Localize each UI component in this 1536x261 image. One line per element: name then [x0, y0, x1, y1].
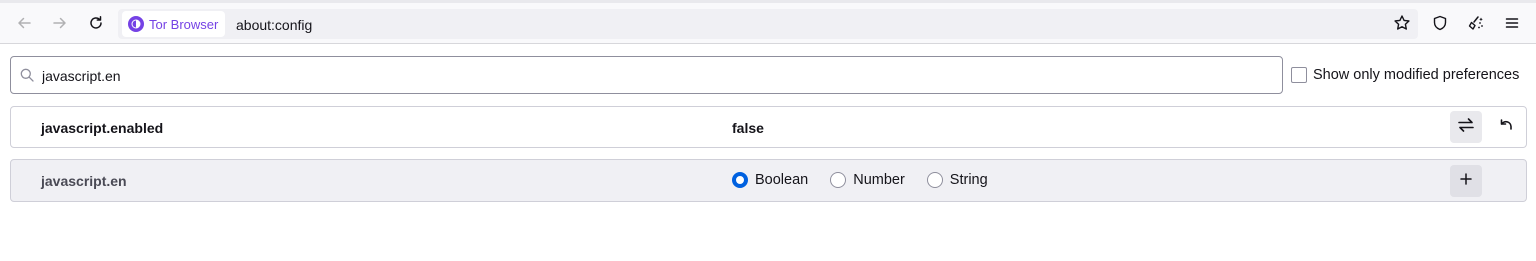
- type-option-boolean[interactable]: Boolean: [732, 172, 808, 188]
- shield-icon: [1432, 15, 1448, 36]
- type-option-string[interactable]: String: [926, 172, 988, 188]
- search-icon: [20, 68, 34, 87]
- show-modified-toggle[interactable]: Show only modified preferences: [1291, 66, 1519, 84]
- toggle-arrows-icon: [1457, 116, 1475, 139]
- pref-row-new: javascript.en Boolean Number String: [10, 159, 1527, 202]
- string-label: String: [949, 172, 988, 188]
- url-text[interactable]: about:config: [236, 17, 312, 33]
- forward-button[interactable]: [46, 9, 74, 37]
- new-pref-name: javascript.en: [41, 173, 127, 189]
- reload-button[interactable]: [82, 9, 110, 37]
- pref-row-existing: javascript.enabled false: [10, 106, 1527, 148]
- pref-type-radio-group: Boolean Number String: [732, 172, 1010, 188]
- browser-toolbar: Tor Browser about:config: [0, 0, 1536, 44]
- undo-icon: [1498, 117, 1514, 138]
- url-bar[interactable]: Tor Browser about:config: [118, 9, 1418, 39]
- number-label: Number: [853, 172, 905, 188]
- search-input[interactable]: [42, 66, 1272, 86]
- forward-arrow-icon: [52, 15, 68, 31]
- add-button[interactable]: [1450, 165, 1482, 197]
- back-button[interactable]: [10, 9, 38, 37]
- reset-button[interactable]: [1490, 111, 1522, 143]
- app-menu-button[interactable]: [1498, 11, 1526, 39]
- boolean-radio[interactable]: [732, 172, 748, 188]
- boolean-label: Boolean: [755, 172, 809, 188]
- bookmark-button[interactable]: [1388, 11, 1416, 39]
- broom-icon: [1467, 14, 1485, 37]
- identity-box[interactable]: Tor Browser: [122, 11, 226, 37]
- pref-value[interactable]: false: [732, 120, 764, 136]
- show-modified-checkbox[interactable]: [1291, 67, 1307, 83]
- string-radio[interactable]: [926, 172, 943, 188]
- plus-icon: [1459, 172, 1473, 191]
- back-arrow-icon: [16, 15, 32, 31]
- toggle-button[interactable]: [1450, 111, 1482, 143]
- type-option-number[interactable]: Number: [830, 172, 905, 188]
- number-radio[interactable]: [830, 172, 847, 188]
- pref-name: javascript.enabled: [41, 120, 164, 136]
- identity-label: Tor Browser: [149, 16, 219, 32]
- star-icon: [1393, 14, 1411, 37]
- hamburger-menu-icon: [1504, 15, 1520, 36]
- tor-onion-icon: [128, 16, 144, 32]
- new-identity-button[interactable]: [1462, 11, 1490, 39]
- show-modified-label: Show only modified preferences: [1313, 67, 1520, 83]
- reload-icon: [88, 15, 104, 31]
- security-level-button[interactable]: [1426, 11, 1454, 39]
- preference-search-box[interactable]: [10, 56, 1283, 94]
